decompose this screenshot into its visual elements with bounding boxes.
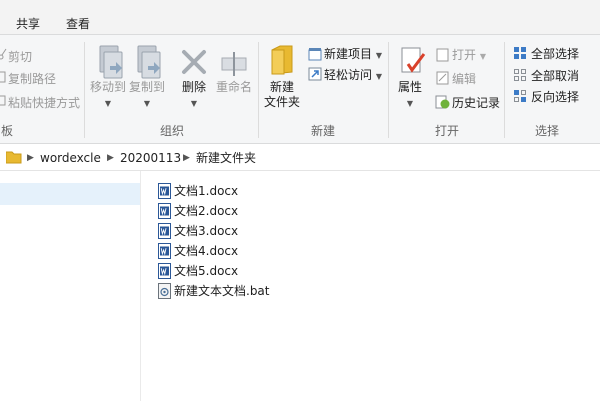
breadcrumb-item[interactable]: wordexcle <box>40 150 101 166</box>
chevron-right-icon: ▶ <box>27 153 34 163</box>
chevron-down-icon: ▼ <box>375 72 382 81</box>
new-group-label: 新建 <box>310 124 335 138</box>
select-none-button[interactable]: 全部取消 <box>531 67 579 85</box>
edit-icon <box>436 71 449 85</box>
navigation-selected-item[interactable] <box>0 183 140 205</box>
new-folder-label-line2: 文件夹 <box>263 95 300 109</box>
ribbon-tab-bar: 共享 查看 <box>0 0 600 34</box>
file-name: 文档2.docx <box>174 204 239 218</box>
select-none-icon <box>514 69 526 81</box>
group-divider <box>388 42 389 138</box>
breadcrumb-item[interactable]: 20200113 <box>120 150 181 166</box>
open-button[interactable]: 打开 ▼ <box>452 46 486 64</box>
chevron-down-icon: ▼ <box>479 52 486 61</box>
invert-selection-icon <box>514 90 526 102</box>
chevron-down-icon: ▼ <box>143 99 151 108</box>
tab-view[interactable]: 查看 <box>66 14 90 34</box>
edit-button[interactable]: 编辑 <box>452 70 476 88</box>
properties-button[interactable]: 属性 ▼ <box>394 80 426 109</box>
rename-button[interactable]: 重命名 <box>214 80 254 95</box>
new-folder-icon <box>271 45 293 75</box>
paste-shortcut-icon <box>0 95 6 106</box>
history-button[interactable]: 历史记录 <box>452 94 500 112</box>
file-name: 文档4.docx <box>174 244 239 258</box>
file-name: 文档1.docx <box>174 184 239 198</box>
organize-group-label: 组织 <box>159 124 184 138</box>
open-label: 打开 <box>452 48 477 62</box>
scissors-icon <box>0 48 7 60</box>
chevron-down-icon: ▼ <box>375 51 382 60</box>
select-all-icon <box>514 47 526 59</box>
batch-file-icon <box>158 283 171 299</box>
open-group-label: 打开 <box>434 124 459 138</box>
breadcrumb-item-current[interactable]: 新建文件夹 <box>196 150 256 166</box>
word-doc-icon <box>158 223 171 239</box>
word-doc-icon <box>158 243 171 259</box>
move-to-button[interactable]: 移动到 ▼ <box>88 80 128 109</box>
easy-access-icon <box>308 67 322 81</box>
invert-selection-button[interactable]: 反向选择 <box>531 88 579 106</box>
history-icon <box>435 95 450 109</box>
file-name: 文档3.docx <box>174 224 239 238</box>
select-all-button[interactable]: 全部选择 <box>531 45 579 63</box>
navigation-pane[interactable] <box>0 171 141 401</box>
open-icon <box>436 48 449 62</box>
file-name: 新建文本文档.bat <box>174 284 270 298</box>
folder-icon <box>6 151 22 164</box>
chevron-down-icon: ▼ <box>406 99 414 108</box>
rename-icon <box>221 52 247 76</box>
group-divider <box>258 42 259 138</box>
new-item-icon <box>308 48 322 61</box>
new-item-label: 新建项目 <box>324 47 373 61</box>
address-bar[interactable]: ▶ wordexcle ▶ 20200113 ▶ 新建文件夹 <box>0 146 600 171</box>
properties-label: 属性 <box>397 80 422 94</box>
cut-button[interactable]: 剪切 <box>8 48 32 66</box>
copy-path-icon <box>0 71 6 83</box>
group-divider <box>504 42 505 138</box>
new-item-button[interactable]: 新建项目 ▼ <box>324 45 382 63</box>
move-to-label: 移动到 <box>89 80 126 94</box>
rename-label: 重命名 <box>215 80 252 94</box>
file-name: 文档5.docx <box>174 264 239 278</box>
copy-to-label: 复制到 <box>128 80 165 94</box>
delete-button[interactable]: 删除 ▼ <box>177 80 211 109</box>
properties-icon <box>401 47 426 73</box>
easy-access-button[interactable]: 轻松访问 ▼ <box>324 66 382 84</box>
word-doc-icon <box>158 203 171 219</box>
clipboard-group-label: 板 <box>0 124 13 138</box>
chevron-right-icon: ▶ <box>183 153 190 163</box>
copy-to-button[interactable]: 复制到 ▼ <box>127 80 167 109</box>
chevron-down-icon: ▼ <box>190 99 198 108</box>
tab-share[interactable]: 共享 <box>16 14 40 34</box>
delete-label: 删除 <box>181 80 206 94</box>
group-divider <box>84 42 85 138</box>
new-folder-label-line1: 新建 <box>269 80 294 94</box>
delete-icon <box>182 50 206 74</box>
word-doc-icon <box>158 263 171 279</box>
chevron-right-icon: ▶ <box>107 153 114 163</box>
copy-path-button[interactable]: 复制路径 <box>8 70 56 88</box>
copy-to-icon <box>137 45 161 79</box>
new-folder-button[interactable]: 新建 文件夹 <box>262 80 302 110</box>
chevron-down-icon: ▼ <box>104 99 112 108</box>
select-group-label: 选择 <box>534 124 559 138</box>
easy-access-label: 轻松访问 <box>324 68 373 82</box>
word-doc-icon <box>158 183 171 199</box>
paste-shortcut-button[interactable]: 粘贴快捷方式 <box>8 94 80 112</box>
move-to-icon <box>99 45 123 79</box>
